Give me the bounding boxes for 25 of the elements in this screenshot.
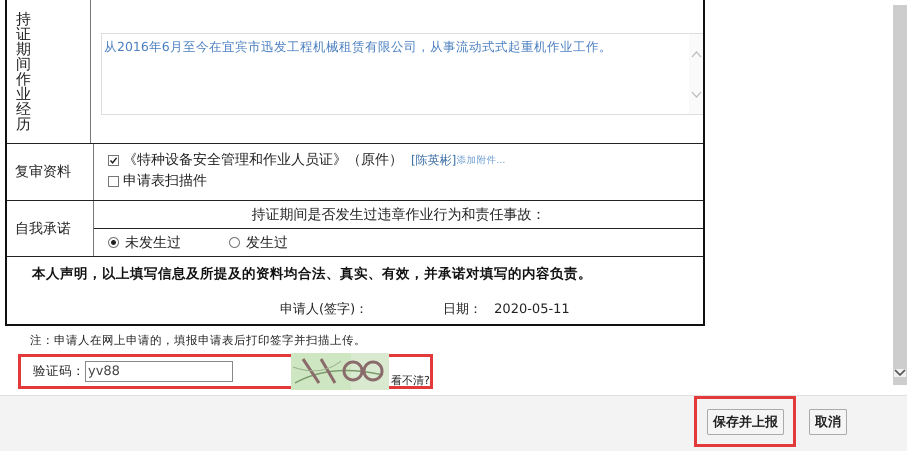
captcha-field[interactable]: yv88 [85, 361, 233, 382]
checkbox[interactable] [108, 176, 119, 186]
cancel-button[interactable]: 取消 [809, 409, 847, 435]
date-label: 日期： [443, 301, 482, 318]
question-text: 持证期间是否发生过违章作业行为和责任事故： [252, 206, 546, 224]
radio-button[interactable] [108, 237, 119, 248]
checkbox[interactable] [108, 154, 119, 166]
declaration-text: 本人声明，以上填写信息及所提及的资料均合法、真实、有效，并承诺对填写的内容负责。 [30, 265, 593, 283]
scrollbar[interactable] [893, 5, 907, 385]
note-text: 注：申请人在网上申请的，填报申请表后打印签字并扫描上传。 [29, 332, 367, 348]
checkbox-label: 申请表扫描件 [123, 172, 207, 190]
checkbox-label: 《特种设备安全管理和作业人员证》（原件） [123, 151, 403, 169]
field-label: 验证码： [33, 363, 85, 380]
submit-button[interactable]: 保存并上报 [707, 409, 784, 435]
row-label: 自我承诺 [15, 220, 71, 238]
row-label: 持证期间作业经历 [16, 12, 31, 132]
signature-label: 申请人(签字)： [280, 301, 368, 318]
radio-label: 未发生过 [125, 234, 181, 252]
refresh-link[interactable]: 看不清? [391, 373, 430, 388]
radio-button[interactable] [229, 237, 240, 248]
uploader-link[interactable]: [陈英彬] [411, 152, 456, 168]
date-value: 2020-05-11 [494, 302, 570, 316]
scroll-down-icon[interactable] [894, 369, 906, 377]
row-label: 复审资料 [15, 163, 71, 181]
radio-label: 发生过 [246, 234, 288, 252]
